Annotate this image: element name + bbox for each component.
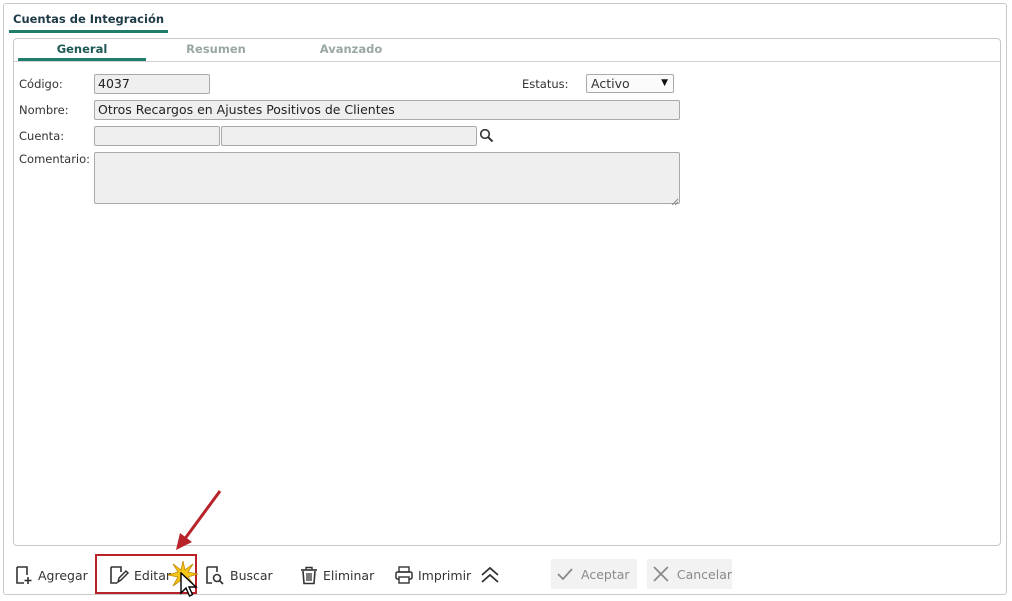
buscar-button[interactable]: Buscar: [204, 560, 273, 590]
cuenta-code-field[interactable]: [94, 126, 220, 146]
buscar-label: Buscar: [230, 567, 273, 583]
aceptar-button[interactable]: Aceptar: [551, 559, 637, 589]
tab-general[interactable]: General: [18, 39, 146, 61]
cancelar-label: Cancelar: [676, 566, 732, 582]
printer-icon: [395, 566, 413, 584]
collapse-up-icon[interactable]: [479, 564, 501, 586]
tab-avanzado[interactable]: Avanzado: [290, 39, 412, 61]
imprimir-label: Imprimir: [418, 567, 472, 583]
check-icon: [557, 568, 573, 581]
x-icon: [653, 566, 669, 582]
eliminar-label: Eliminar: [323, 567, 375, 583]
window-tab-title[interactable]: Cuentas de Integración: [9, 9, 169, 33]
imprimir-button[interactable]: Imprimir: [394, 560, 471, 590]
aceptar-label: Aceptar: [581, 566, 630, 582]
magnifier-icon[interactable]: [479, 128, 495, 144]
agregar-label: Agregar: [38, 567, 88, 583]
add-document-icon: [16, 566, 32, 584]
codigo-label: Código:: [19, 77, 63, 91]
cuenta-label: Cuenta:: [19, 129, 65, 143]
tab-bar: General Resumen Avanzado: [14, 39, 1000, 62]
comentario-textarea[interactable]: [94, 152, 680, 204]
comentario-label: Comentario:: [19, 152, 91, 166]
nombre-label: Nombre:: [19, 103, 69, 117]
resize-grip-icon[interactable]: [671, 195, 679, 206]
estatus-value: Activo: [591, 76, 630, 91]
codigo-field[interactable]: 4037: [94, 74, 210, 94]
estatus-label: Estatus:: [522, 77, 569, 91]
eliminar-button[interactable]: Eliminar: [299, 560, 374, 590]
estatus-select[interactable]: Activo ▼: [586, 74, 674, 93]
annotation-arrow-icon: [176, 490, 222, 550]
tab-resumen[interactable]: Resumen: [156, 39, 276, 61]
mouse-cursor-icon: [180, 572, 198, 597]
trash-icon: [301, 566, 317, 585]
nombre-field[interactable]: Otros Recargos en Ajustes Positivos de C…: [94, 100, 680, 120]
cancelar-button[interactable]: Cancelar: [647, 559, 732, 589]
chevron-down-icon: ▼: [661, 78, 668, 88]
agregar-button[interactable]: Agregar: [14, 560, 88, 590]
cuenta-name-field[interactable]: [221, 126, 477, 146]
search-document-icon: [206, 566, 224, 585]
